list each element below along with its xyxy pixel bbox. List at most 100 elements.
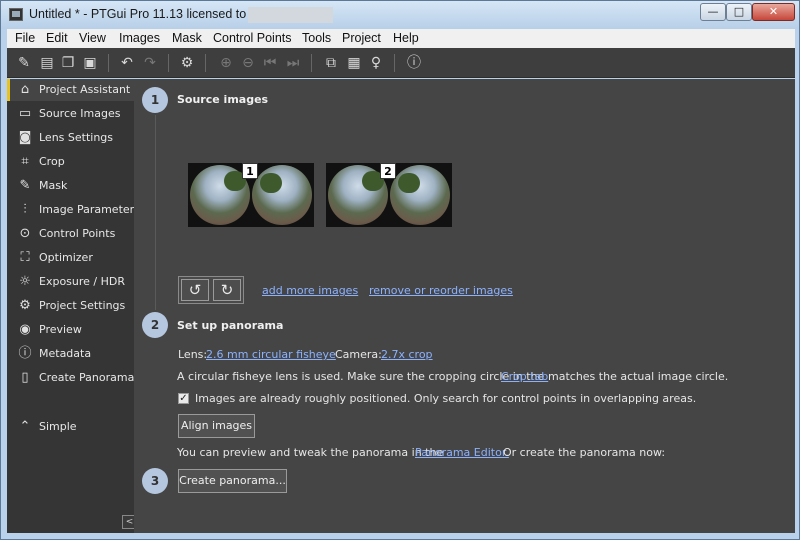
menu-view[interactable]: View [79, 31, 106, 45]
fisheye-info-text: A circular fisheye lens is used. Make su… [177, 370, 545, 383]
close-button[interactable]: ✕ [752, 3, 795, 21]
fisheye-right [252, 165, 312, 225]
sidebar-item-metadata[interactable]: ⓘ Metadata [7, 343, 134, 365]
menu-control-points[interactable]: Control Points [213, 31, 292, 45]
undo-icon[interactable]: ↶ [118, 54, 136, 72]
rotate-left-button[interactable]: ↺ [181, 279, 209, 301]
panorama-editor-link[interactable]: Panorama Editor. [415, 446, 509, 459]
add-more-images-link[interactable]: add more images [262, 284, 358, 297]
project-assistant-panel: 1 Source images 1 2 ↺ ↻ add more images … [134, 79, 795, 533]
sidebar-item-label: Metadata [39, 347, 92, 360]
fisheye-info-text-end: matches the actual image circle. [548, 370, 729, 383]
rotate-right-button[interactable]: ↻ [213, 279, 241, 301]
crop-icon: ⌗ [21, 154, 29, 169]
sidebar-item-lens-settings[interactable]: ◙ Lens Settings [7, 127, 134, 149]
table-icon[interactable]: ▦ [345, 54, 363, 72]
toolbar-separator [205, 54, 206, 72]
fisheye-left [328, 165, 388, 225]
roughly-positioned-checkbox[interactable]: ✓ [178, 393, 189, 404]
source-image-thumbnail[interactable]: 2 [326, 163, 452, 227]
menu-project[interactable]: Project [342, 31, 381, 45]
menu-images[interactable]: Images [119, 31, 160, 45]
sidebar-item-exposure-hdr[interactable]: ☼ Exposure / HDR [7, 271, 134, 293]
preview-info-text: You can preview and tweak the panorama i… [177, 446, 444, 459]
sidebar-item-project-assistant[interactable]: ⌂ Project Assistant [7, 79, 134, 101]
menu-help[interactable]: Help [393, 31, 419, 45]
fisheye-left [190, 165, 250, 225]
sidebar-item-preview[interactable]: ◉ Preview [7, 319, 134, 341]
save-icon[interactable]: ▣ [81, 54, 99, 72]
open-project-icon[interactable]: ▤ [38, 54, 56, 72]
toolbar-separator [108, 54, 109, 72]
image-number: 2 [380, 163, 396, 179]
panorama-editor-icon[interactable]: ⧉ [322, 54, 340, 72]
remove-reorder-images-link[interactable]: remove or reorder images [369, 284, 513, 297]
app-icon[interactable] [9, 8, 23, 21]
chevron-up-icon: ⌃ [19, 419, 31, 434]
sidebar-item-project-settings[interactable]: ⚙ Project Settings [7, 295, 134, 317]
align-images-button[interactable]: Align images [178, 414, 255, 438]
maximize-button[interactable]: □ [726, 3, 752, 21]
menu-bar: File Edit View Images Mask Control Point… [7, 29, 795, 48]
pin-icon: ⊙ [19, 226, 31, 241]
sidebar-item-source-images[interactable]: ▭ Source Images [7, 103, 134, 125]
sliders-icon: ⫶ [23, 202, 27, 217]
settings-icon[interactable]: ⚙ [178, 54, 196, 72]
sidebar-item-label: Lens Settings [39, 131, 114, 144]
sidebar-item-label: Image Parameters [39, 203, 140, 216]
menu-edit[interactable]: Edit [46, 31, 68, 45]
step-2-title: Set up panorama [177, 319, 284, 332]
sidebar-item-label: Create Panorama [39, 371, 135, 384]
gear-icon: ⚙ [19, 298, 31, 313]
help-icon[interactable]: ⓘ [405, 54, 423, 72]
eye-icon: ◉ [19, 322, 31, 337]
redo-icon[interactable]: ↷ [141, 54, 159, 72]
source-image-thumbnail[interactable]: 1 [188, 163, 314, 227]
rotate-buttons: ↺ ↻ [178, 276, 244, 304]
sidebar-item-create-panorama[interactable]: ▯ Create Panorama [7, 367, 134, 389]
camera-value-link[interactable]: 2.7x crop [381, 348, 433, 361]
menu-file[interactable]: File [15, 31, 35, 45]
step-2-badge: 2 [142, 312, 168, 338]
toolbar-separator [168, 54, 169, 72]
brush-icon: ✎ [19, 178, 31, 193]
open-recent-icon[interactable]: ❐ [59, 54, 77, 72]
sidebar-item-label: Crop [39, 155, 65, 168]
sidebar-item-crop[interactable]: ⌗ Crop [7, 151, 134, 173]
create-panorama-button[interactable]: Create panorama... [178, 469, 287, 493]
optimizer-icon: ⛶ [20, 250, 30, 265]
sidebar-item-label: Source Images [39, 107, 121, 120]
roughly-positioned-label[interactable]: Images are already roughly positioned. O… [195, 392, 696, 405]
previous-icon[interactable]: ⏮ [261, 54, 279, 72]
lens-value-link[interactable]: 2.6 mm circular fisheye [206, 348, 336, 361]
fisheye-right [390, 165, 450, 225]
info-icon: ⓘ [18, 346, 32, 361]
lightbulb-icon[interactable]: ♀ [367, 54, 385, 72]
sidebar-item-optimizer[interactable]: ⛶ Optimizer [7, 247, 134, 269]
crop-tab-link[interactable]: Crop tab [501, 370, 548, 383]
camera-label: Camera: [335, 348, 382, 361]
new-project-icon[interactable]: ✎ [15, 54, 33, 72]
window-title: Untitled * - PTGui Pro 11.13 licensed to [29, 7, 247, 21]
sidebar-item-label: Project Assistant [39, 83, 131, 96]
sidebar-item-label: Simple [39, 420, 77, 433]
zoom-out-icon[interactable]: ⊖ [239, 54, 257, 72]
lens-label: Lens: [178, 348, 208, 361]
camera-icon: ◙ [18, 130, 32, 145]
sidebar: ⌂ Project Assistant ▭ Source Images ◙ Le… [7, 79, 140, 533]
sidebar-item-simple[interactable]: ⌃ Simple [7, 416, 134, 438]
minimize-button[interactable]: — [700, 3, 726, 21]
sidebar-item-label: Control Points [39, 227, 116, 240]
main-window: Untitled * - PTGui Pro 11.13 licensed to… [0, 0, 800, 540]
toolbar-separator [394, 54, 395, 72]
sidebar-item-label: Preview [39, 323, 82, 336]
sidebar-item-control-points[interactable]: ⊙ Control Points [7, 223, 134, 245]
sidebar-item-mask[interactable]: ✎ Mask [7, 175, 134, 197]
sun-icon: ☼ [19, 274, 31, 289]
title-bar[interactable]: Untitled * - PTGui Pro 11.13 licensed to… [1, 1, 799, 29]
menu-tools[interactable]: Tools [302, 31, 331, 45]
next-icon[interactable]: ⏭ [284, 54, 302, 72]
sidebar-item-image-parameters[interactable]: ⫶ Image Parameters [7, 199, 140, 221]
zoom-in-icon[interactable]: ⊕ [217, 54, 235, 72]
menu-mask[interactable]: Mask [172, 31, 202, 45]
